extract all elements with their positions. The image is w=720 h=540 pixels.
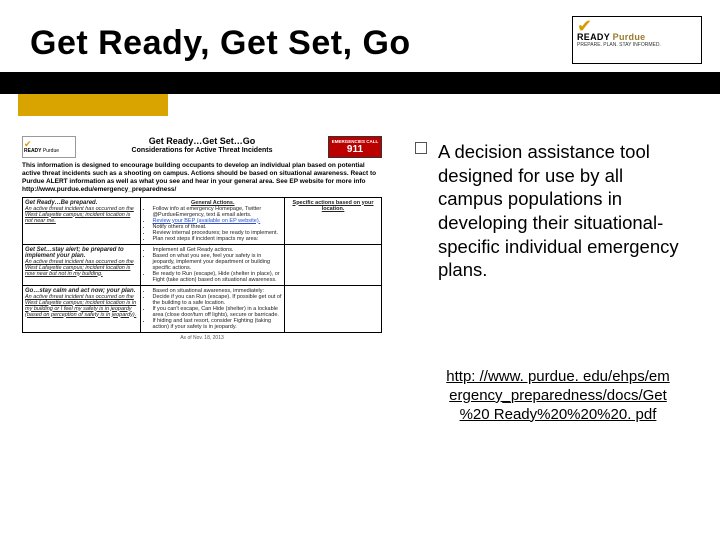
slide-title: Get Ready, Get Set, Go (30, 24, 411, 63)
doc-footer: As of Nov. 18, 2013 (22, 335, 382, 341)
ready-purdue-logo: ✔ READY Purdue PREPARE. PLAN. STAY INFOR… (572, 16, 702, 64)
thumb-logo-text: READY Purdue (24, 148, 74, 154)
bullet-icon (415, 142, 427, 154)
action-list: Based on situational awareness, immediat… (143, 288, 282, 330)
body-paragraph: A decision assistance tool designed for … (438, 140, 693, 282)
row-desc: An active threat incident has occurred o… (25, 294, 138, 318)
doc-subtitle: Considerations for Active Threat Inciden… (82, 147, 322, 154)
row-title: Go…stay calm and act now; your plan. (25, 288, 138, 294)
gold-accent-bar (18, 94, 168, 116)
logo-text: READY Purdue (577, 32, 697, 42)
doc-table: Get Ready…Be prepared. An active threat … (22, 197, 382, 333)
action-list: Follow info at emergency Homepage, Twitt… (143, 206, 282, 242)
doc-intro: This information is designed to encourag… (22, 162, 382, 195)
col-header: Specific actions based on your location. (287, 200, 379, 212)
call-911-badge: EMERGENCIES CALL911 (328, 136, 382, 158)
black-accent-bar (0, 72, 720, 94)
logo-subtitle: PREPARE. PLAN. STAY INFORMED. (577, 42, 697, 48)
document-thumbnail: ✔ READY Purdue Get Ready…Get Set…Go Cons… (22, 136, 382, 466)
resource-link[interactable]: http: //www. purdue. edu/ehps/em ergency… (418, 368, 698, 424)
row-title: Get Set…stay alert; be prepared to imple… (25, 247, 138, 259)
row-desc: An active threat incident has occurred o… (25, 259, 138, 277)
check-icon: ✔ (24, 141, 74, 148)
thumb-logo: ✔ READY Purdue (22, 136, 76, 158)
doc-title: Get Ready…Get Set…Go (82, 136, 322, 146)
row-desc: An active threat incident has occurred o… (25, 206, 138, 224)
check-icon: ✔ (577, 20, 697, 32)
action-list: Implement all Get Ready actions. Based o… (143, 247, 282, 283)
